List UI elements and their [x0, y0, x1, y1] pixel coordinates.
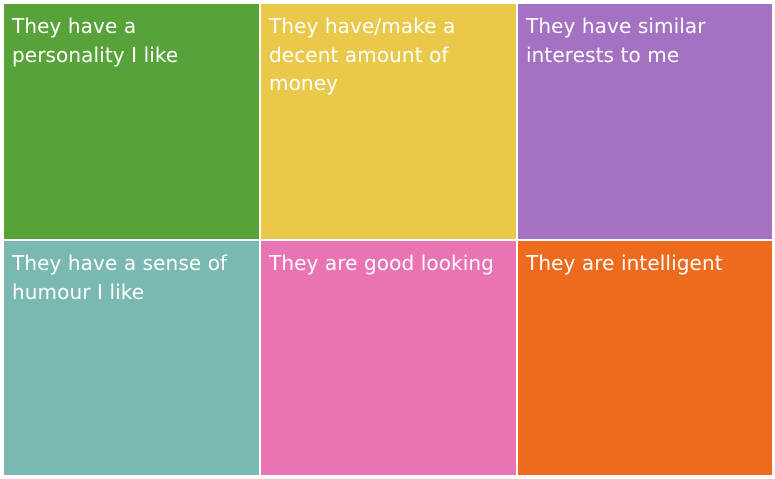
treemap-tile: They have a personality I like: [4, 4, 259, 239]
treemap-tile: They have similar interests to me: [518, 4, 772, 239]
treemap-chart: They have a personality I like They have/…: [4, 4, 772, 475]
treemap-tile-label: They are good looking: [269, 251, 494, 275]
treemap-tile-label: They have a sense of humour I like: [12, 251, 228, 304]
treemap-tile: They have/make a decent amount of money: [261, 4, 516, 239]
treemap-tile: They are intelligent: [518, 241, 772, 475]
treemap-tile-label: They are intelligent: [526, 251, 723, 275]
treemap-tile-label: They have a personality I like: [12, 14, 179, 67]
treemap-tile-label: They have/make a decent amount of money: [269, 14, 456, 95]
treemap-tile-label: They have similar interests to me: [526, 14, 706, 67]
treemap-tile: They have a sense of humour I like: [4, 241, 259, 475]
treemap-tile: They are good looking: [261, 241, 516, 475]
